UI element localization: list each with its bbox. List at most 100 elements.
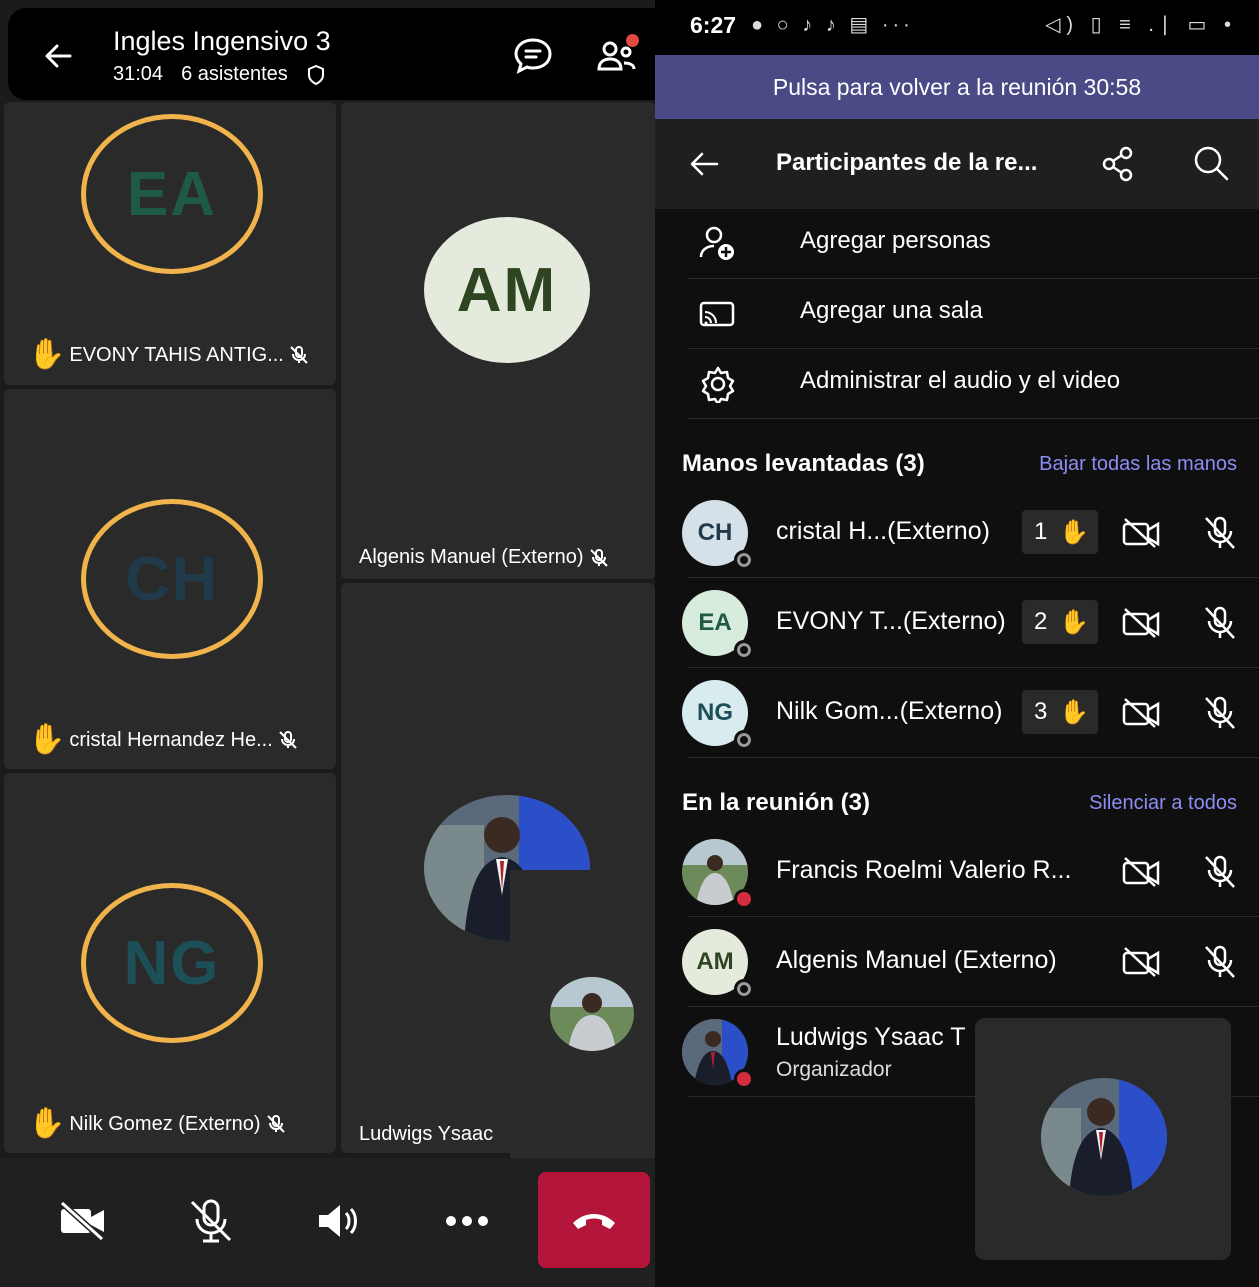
presence-offline-icon: [734, 550, 754, 570]
mic-off-icon: [1205, 516, 1235, 549]
avatar-initials: EA: [126, 159, 218, 229]
avatar-initials: NG: [697, 699, 733, 726]
mic-off-button[interactable]: [186, 1196, 236, 1246]
mic-off-icon: [266, 1115, 285, 1133]
participant-row[interactable]: AM Algenis Manuel (Externo): [682, 917, 1259, 1007]
video-tile-ch[interactable]: CH ✋ cristal Hernandez He...: [4, 389, 336, 769]
speaker-icon: [319, 1205, 357, 1237]
mic-off-icon: [290, 346, 308, 364]
avatar-ea: EA: [81, 114, 263, 274]
participant-role: Organizador: [776, 1058, 892, 1081]
meeting-info: 31:04 6 asistentes: [113, 63, 326, 86]
floating-video-preview[interactable]: [975, 1018, 1231, 1260]
camera-off-button[interactable]: [58, 1196, 108, 1246]
add-person-icon: [699, 226, 734, 260]
self-preview[interactable]: [510, 870, 655, 1158]
tile-name: ✋ EVONY TAHIS ANTIG...: [28, 340, 310, 370]
mic-off-icon: [1205, 945, 1235, 978]
tile-name: Ludwigs Ysaac: [359, 1123, 493, 1146]
hang-up-button[interactable]: [538, 1172, 650, 1268]
mic-off-icon: [1205, 696, 1235, 729]
hand-order: 2: [1034, 608, 1048, 635]
mic-off-icon: [1205, 855, 1235, 888]
presence-busy-icon: [734, 1069, 754, 1089]
add-people-row[interactable]: Agregar personas: [688, 209, 1259, 279]
tile-name: ✋ Nilk Gomez (Externo): [28, 1109, 287, 1139]
meeting-title: Ingles Ingensivo 3: [113, 26, 331, 56]
presence-busy-icon: [734, 889, 754, 909]
participant-row[interactable]: EA EVONY T...(Externo) 2 ✋: [682, 578, 1259, 668]
gear-icon: [701, 366, 735, 403]
notification-icons: ● ○ ♪ ♪ ▤ ···: [751, 14, 914, 36]
mute-all-link[interactable]: Silenciar a todos: [1089, 792, 1237, 815]
action-label: Agregar personas: [800, 227, 991, 254]
avatar: NG: [682, 680, 754, 750]
chat-icon[interactable]: [512, 36, 554, 76]
share-icon[interactable]: [1101, 146, 1135, 182]
participant-name: Nilk Gom...(Externo): [776, 697, 1003, 725]
participant-name: EVONY T...(Externo): [776, 607, 1006, 635]
participant-name: Algenis Manuel (Externo): [359, 546, 584, 568]
return-to-meeting-banner[interactable]: Pulsa para volver a la reunión 30:58: [655, 55, 1259, 119]
shield-icon: [307, 64, 324, 85]
hand-order: 1: [1034, 518, 1048, 545]
video-tile-am[interactable]: AM Algenis Manuel (Externo): [341, 102, 655, 579]
participant-row[interactable]: Francis Roelmi Valerio R...: [682, 827, 1259, 917]
participant-name: cristal H...(Externo): [776, 517, 990, 545]
participant-name: cristal Hernandez He...: [69, 728, 273, 751]
camera-off-icon: [1122, 857, 1160, 887]
meeting-header: [8, 8, 655, 100]
hand-order-badge: 3 ✋: [1022, 690, 1098, 734]
notification-dot: [626, 34, 639, 47]
add-room-row[interactable]: Agregar una sala: [688, 279, 1259, 349]
status-bar: 6:27 ● ○ ♪ ♪ ▤ ··· ◁) ▯ ≡ .∣ ▭ •: [655, 0, 1259, 55]
raised-hand-icon: ✋: [28, 338, 66, 371]
avatar-initials: NG: [123, 928, 221, 998]
search-icon[interactable]: [1192, 144, 1230, 182]
more-options-button[interactable]: [442, 1196, 492, 1246]
back-arrow-icon[interactable]: [685, 144, 725, 184]
avatar-initials: CH: [125, 544, 219, 614]
video-tile-ea[interactable]: EA ✋ EVONY TAHIS ANTIG...: [4, 102, 336, 385]
avatar: EA: [682, 590, 754, 660]
manage-audio-video-row[interactable]: Administrar el audio y el video: [688, 349, 1259, 419]
camera-off-icon: [1122, 608, 1160, 638]
hand-order: 3: [1034, 698, 1048, 725]
lower-all-hands-link[interactable]: Bajar todas las manos: [1039, 453, 1237, 476]
action-label: Agregar una sala: [800, 297, 983, 324]
panel-title: Participantes de la re...: [776, 149, 1038, 176]
back-arrow-icon[interactable]: [40, 36, 80, 76]
avatar-am: AM: [424, 217, 590, 363]
avatar-initials: CH: [697, 519, 733, 546]
camera-off-icon: [1122, 698, 1160, 728]
banner-text: Pulsa para volver a la reunión 30:58: [772, 73, 1142, 100]
video-tile-ng[interactable]: NG ✋ Nilk Gomez (Externo): [4, 773, 336, 1153]
attendee-count: 6 asistentes: [181, 63, 288, 85]
participants-screen: 6:27 ● ○ ♪ ♪ ▤ ··· ◁) ▯ ≡ .∣ ▭ • Pulsa p…: [655, 0, 1259, 1287]
mic-off-icon: [190, 1199, 232, 1243]
participant-row[interactable]: NG Nilk Gom...(Externo) 3 ✋: [682, 668, 1259, 758]
avatar-photo: [682, 839, 754, 909]
speaker-button[interactable]: [314, 1196, 364, 1246]
presence-offline-icon: [734, 979, 754, 999]
participant-name: Algenis Manuel (Externo): [776, 946, 1057, 974]
organizer-photo: [1041, 1078, 1167, 1196]
raised-hand-icon: ✋: [1059, 518, 1090, 546]
participant-name: Ludwigs Ysaac T: [776, 1023, 966, 1051]
avatar-ch: CH: [81, 499, 263, 659]
participant-name: EVONY TAHIS ANTIG...: [69, 343, 284, 366]
participant-name: Ludwigs Ysaac: [359, 1123, 494, 1145]
avatar: AM: [682, 929, 754, 999]
avatar-initials: AM: [696, 948, 734, 975]
self-photo: [550, 977, 634, 1051]
participant-name: Nilk Gomez (Externo): [69, 1112, 261, 1135]
participant-row[interactable]: CH cristal H...(Externo) 1 ✋: [682, 488, 1259, 578]
avatar-photo: [682, 1019, 754, 1089]
presence-offline-icon: [734, 730, 754, 750]
cast-room-icon: [699, 301, 735, 327]
avatar: CH: [682, 500, 754, 570]
avatar-initials: AM: [456, 255, 558, 325]
raised-hand-icon: ✋: [28, 723, 66, 756]
tile-name: ✋ cristal Hernandez He...: [28, 725, 299, 755]
mic-off-icon: [279, 731, 297, 749]
